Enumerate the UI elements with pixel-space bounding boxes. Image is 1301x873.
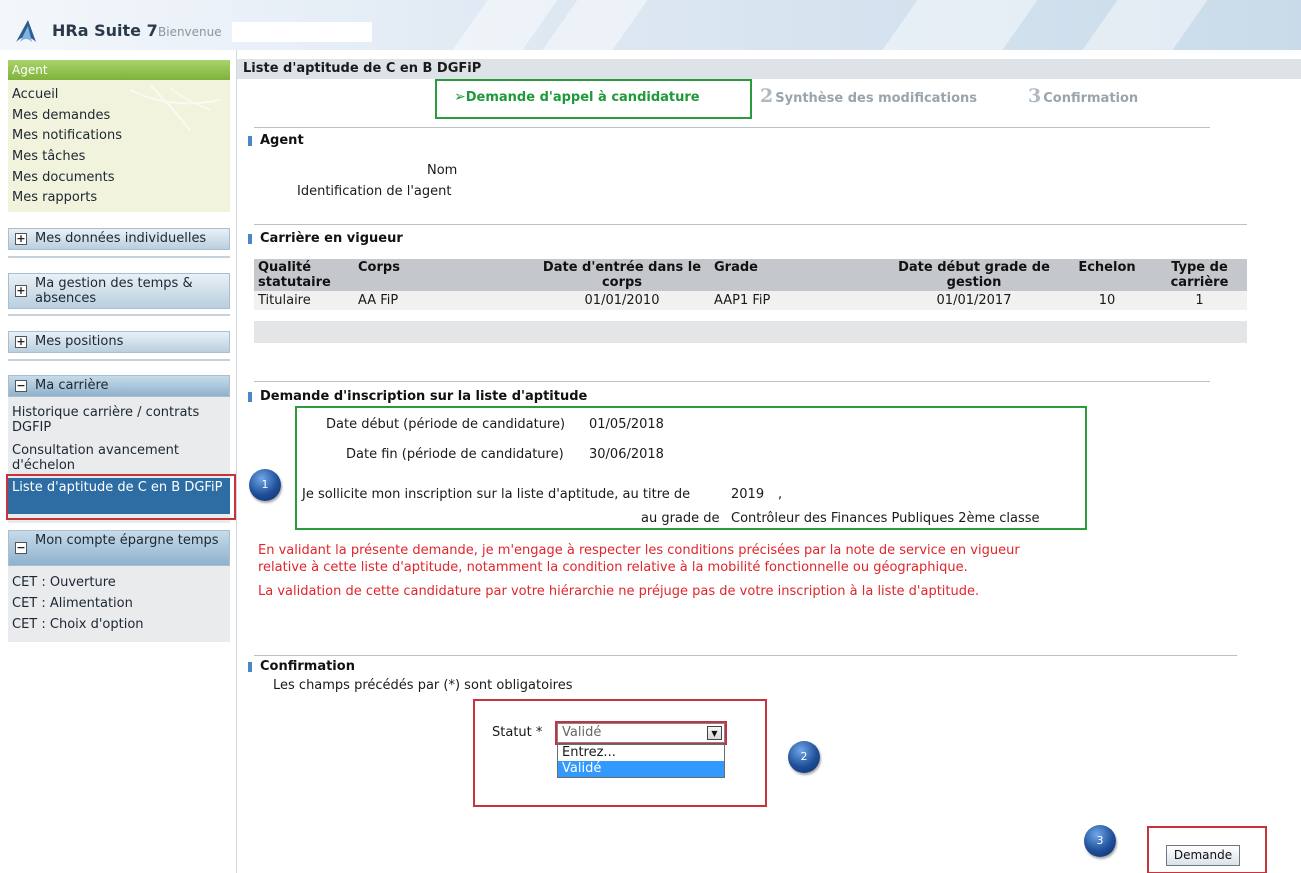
- sidebar-item-mes-rapports[interactable]: Mes rapports: [12, 190, 97, 205]
- column-header: Date début grade de gestion: [886, 259, 1062, 291]
- collapse-minus-icon[interactable]: −: [15, 542, 27, 554]
- expand-plus-icon[interactable]: +: [15, 285, 27, 297]
- statut-option-entrez[interactable]: Entrez...: [558, 745, 724, 761]
- sidebar-section-carriere[interactable]: − Ma carrière: [8, 375, 230, 397]
- sidebar-agent-header: Agent: [8, 60, 230, 80]
- expand-plus-icon[interactable]: +: [15, 233, 27, 245]
- table-cell: 1: [1152, 291, 1247, 310]
- value-annee: 2019: [731, 487, 765, 502]
- sidebar-item-accueil[interactable]: Accueil: [12, 87, 58, 102]
- sidebar-item-cet-ouverture[interactable]: CET : Ouverture: [12, 575, 226, 590]
- step-3-confirmation: 3 Confirmation: [1028, 85, 1139, 107]
- mandatory-fields-note: Les champs précédés par (*) sont obligat…: [273, 678, 573, 693]
- table-cell: 10: [1062, 291, 1152, 310]
- column-header: Date d'entrée dans le corps: [534, 259, 710, 291]
- sidebar-item-historique-carriere[interactable]: Historique carrière / contrats DGFIP: [12, 405, 226, 435]
- statut-dropdown-list: Entrez... Validé: [557, 744, 725, 778]
- sidebar-section-gestion-temps[interactable]: + Ma gestion des temps & absences: [8, 273, 230, 309]
- section-title-inscription: Demande d'inscription sur la liste d'apt…: [248, 389, 587, 404]
- sidebar-section-label: Mes positions: [35, 334, 124, 349]
- table-cell: Titulaire: [254, 291, 354, 310]
- sidebar-item-mes-notifications[interactable]: Mes notifications: [12, 128, 122, 143]
- label-identification: Identification de l'agent: [297, 184, 452, 199]
- callout-badge-3: 3: [1084, 825, 1116, 857]
- label-grade: au grade de: [641, 511, 720, 526]
- decorative-leaves-icon: [129, 84, 221, 131]
- highlight-box-select: [555, 721, 727, 745]
- column-header: Qualité statutaire: [254, 259, 354, 291]
- highlight-box-step: [435, 79, 752, 119]
- value-date-debut: 01/05/2018: [589, 417, 664, 432]
- warning-engagement-line1: En validant la présente demande, je m'en…: [258, 543, 1020, 558]
- user-name: [232, 22, 372, 42]
- career-table: Qualité statutaire Corps Date d'entrée d…: [254, 259, 1247, 310]
- demande-submit-button[interactable]: Demande: [1166, 845, 1240, 866]
- highlight-box-sidebar: [6, 474, 236, 520]
- value-date-fin: 30/06/2018: [589, 447, 664, 462]
- sidebar-section-label: Mes données individuelles: [35, 231, 207, 246]
- table-cell: 01/01/2010: [534, 291, 710, 310]
- label-statut: Statut *: [492, 725, 543, 740]
- column-header: Grade: [710, 259, 886, 291]
- annee-comma: ,: [778, 487, 783, 502]
- sidebar-item-mes-demandes[interactable]: Mes demandes: [12, 108, 110, 123]
- expand-plus-icon[interactable]: +: [15, 336, 27, 348]
- sidebar-section-label: Mon compte épargne temps: [35, 533, 219, 548]
- table-footer: [254, 321, 1247, 343]
- table-cell: 01/01/2017: [886, 291, 1062, 310]
- welcome-text: Bienvenue: [158, 25, 222, 39]
- callout-badge-2: 2: [788, 741, 820, 773]
- sidebar-section-positions[interactable]: + Mes positions: [8, 331, 230, 353]
- sidebar-section-label: Ma gestion des temps & absences: [35, 276, 193, 306]
- collapse-minus-icon[interactable]: −: [15, 380, 27, 392]
- sidebar-section-donnees-individuelles[interactable]: + Mes données individuelles: [8, 228, 230, 250]
- sidebar-item-mes-taches[interactable]: Mes tâches: [12, 149, 85, 164]
- table-cell: AA FiP: [354, 291, 534, 310]
- value-grade: Contrôleur des Finances Publiques 2ème c…: [731, 511, 1040, 526]
- table-cell: AAP1 FiP: [710, 291, 886, 310]
- hra-logo-icon: [16, 20, 36, 42]
- sidebar-item-mes-documents[interactable]: Mes documents: [12, 170, 114, 185]
- label-nom: Nom: [427, 163, 458, 178]
- step-2-synthese: 2 Synthèse des modifications: [760, 85, 978, 107]
- app-title: HRa Suite 7: [52, 21, 158, 40]
- section-title-agent: Agent: [248, 133, 304, 148]
- label-date-fin: Date fin (période de candidature): [346, 447, 564, 462]
- section-title-confirmation: Confirmation: [248, 659, 355, 674]
- callout-badge-1: 1: [249, 469, 281, 501]
- top-banner: HRa Suite 7 Bienvenue: [0, 0, 1301, 50]
- column-header: Echelon: [1062, 259, 1152, 291]
- label-date-debut: Date début (période de candidature): [326, 417, 566, 432]
- warning-engagement-line2: relative à cette liste d'aptitude, notam…: [258, 560, 968, 575]
- table-row: Titulaire AA FiP 01/01/2010 AAP1 FiP 01/…: [254, 291, 1247, 310]
- warning-hierarchie: La validation de cette candidature par v…: [258, 584, 980, 599]
- section-title-carriere: Carrière en vigueur: [248, 231, 403, 246]
- sidebar-item-cet-alimentation[interactable]: CET : Alimentation: [12, 596, 226, 611]
- column-header: Type de carrière: [1152, 259, 1247, 291]
- statut-option-valide[interactable]: Validé: [558, 761, 724, 777]
- sidebar-item-consultation-avancement[interactable]: Consultation avancement d'échelon: [12, 443, 226, 473]
- page-title: Liste d'aptitude de C en B DGFiP: [237, 59, 1301, 79]
- sidebar-section-cet[interactable]: − Mon compte épargne temps: [8, 530, 230, 566]
- label-sollicite: Je sollicite mon inscription sur la list…: [302, 487, 691, 502]
- column-header: Corps: [354, 259, 534, 291]
- sidebar-item-cet-choix-option[interactable]: CET : Choix d'option: [12, 617, 226, 632]
- sidebar-section-label: Ma carrière: [35, 378, 109, 393]
